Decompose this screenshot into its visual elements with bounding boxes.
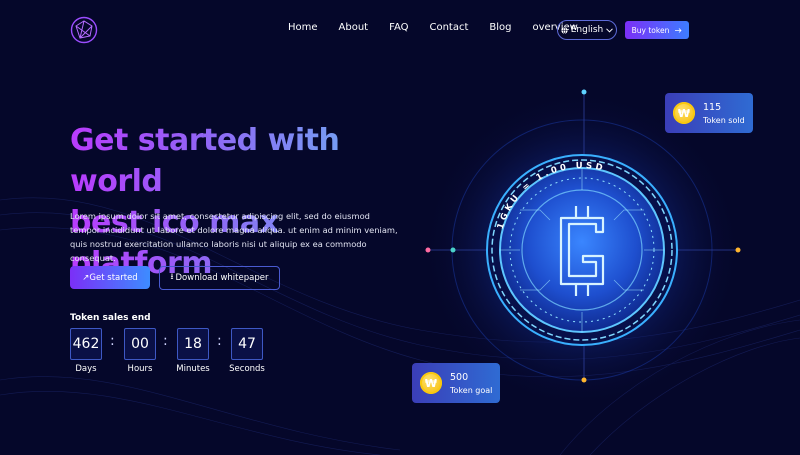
main-nav: Home About FAQ Contact Blog overview <box>288 22 599 33</box>
connector-dot <box>581 89 587 95</box>
download-whitepaper-label: Download whitepaper <box>175 273 269 283</box>
countdown-separator: : <box>163 333 168 349</box>
connector-dot <box>735 247 741 253</box>
token-sold-value: 115 <box>703 101 722 113</box>
countdown-hours: 00 <box>124 328 156 360</box>
nav-blog[interactable]: Blog <box>489 22 511 33</box>
token-sales-title: Token sales end <box>70 313 151 323</box>
nav-contact[interactable]: Contact <box>429 22 468 33</box>
arrow-right-icon <box>675 27 682 33</box>
get-started-button[interactable]: ↗ Get started <box>70 266 150 289</box>
chevron-down-icon <box>606 27 614 33</box>
buy-token-button[interactable]: Buy token <box>625 21 689 39</box>
token-goal-card: ₩ 500 Token goal <box>412 363 500 403</box>
nav-about[interactable]: About <box>339 22 369 33</box>
language-label: English <box>570 25 604 35</box>
hero-title-line1: Get started with world <box>70 123 340 199</box>
globe-icon <box>561 26 568 34</box>
arrow-up-right-icon: ↗ <box>82 272 90 283</box>
token-sold-label: Token sold <box>703 115 745 125</box>
countdown-separator: : <box>217 333 222 349</box>
countdown-minutes-label: Minutes <box>176 364 210 374</box>
token-goal-value: 500 <box>450 371 469 383</box>
language-select[interactable]: English <box>557 20 617 40</box>
countdown-days: 462 <box>70 328 102 360</box>
connector-dot <box>425 247 431 253</box>
nav-home[interactable]: Home <box>288 22 318 33</box>
won-coin-icon: ₩ <box>420 372 442 394</box>
logo-icon[interactable] <box>70 16 98 44</box>
hero-description: Lorem ipsum dolor sit amet, consectetur … <box>70 211 398 263</box>
won-coin-icon: ₩ <box>673 102 695 124</box>
countdown-days-label: Days <box>75 364 97 374</box>
buy-token-label: Buy token <box>631 25 670 35</box>
countdown-seconds: 47 <box>231 328 263 360</box>
get-started-label: Get started <box>89 272 138 283</box>
countdown-hours-label: Hours <box>127 364 153 374</box>
countdown-seconds-label: Seconds <box>229 364 265 374</box>
download-icon: ⭳ <box>170 272 174 282</box>
countdown-minutes: 18 <box>177 328 209 360</box>
download-whitepaper-button[interactable]: ⭳ Download whitepaper <box>159 266 280 290</box>
connector-dot <box>581 377 587 383</box>
token-sold-card: ₩ 115 Token sold <box>665 93 753 133</box>
nav-faq[interactable]: FAQ <box>389 22 408 33</box>
token-goal-label: Token goal <box>450 385 493 395</box>
countdown-separator: : <box>110 333 115 349</box>
connector-dot <box>450 247 456 253</box>
